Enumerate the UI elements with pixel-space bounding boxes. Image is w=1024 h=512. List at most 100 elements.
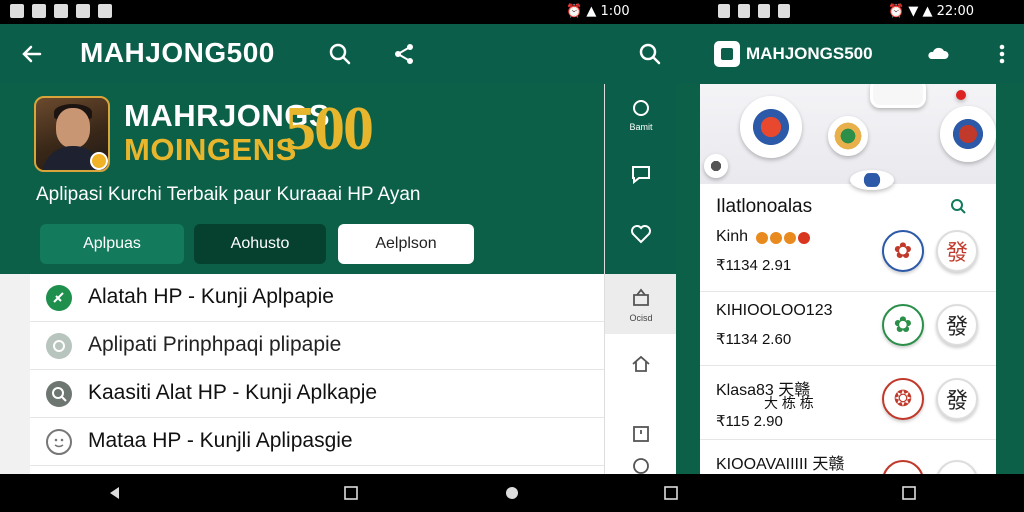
mahjong-chip-icon [870, 84, 926, 108]
product-row[interactable]: Klasa83 天赣 大 栋 栋 ₹115 2.90 ❂ 發 [700, 366, 996, 440]
list-item[interactable]: Mataa HP - Kunjli Aplipasgie [30, 418, 604, 466]
calendar-icon [633, 426, 649, 442]
gear-circle-icon [46, 333, 72, 359]
recents-square-icon[interactable] [900, 484, 918, 502]
product-card: Ilatlonoalas Kinh ₹1134 2.91 ✿ 發 KIHIOOL… [700, 84, 996, 474]
notification-icon [778, 4, 790, 18]
signal-icon: ▲ [922, 4, 933, 19]
side-rail: Bamit Ocisd [604, 84, 676, 474]
product-name-line2: 大 栋 栋 [764, 395, 814, 411]
list-item-label: Alatah HP - Kunji Aplpapie [88, 285, 334, 308]
box-icon [633, 288, 649, 306]
more-vert-icon[interactable] [988, 40, 1016, 68]
wifi-icon: ▼ [908, 4, 919, 19]
flower-tile-icon: ✿ [882, 304, 924, 346]
product-price: ₹115 2.90 [716, 413, 783, 430]
green-circle-icon [46, 285, 72, 311]
cloud-icon[interactable] [924, 40, 952, 68]
tab-aplpuas[interactable]: Aplpuas [40, 224, 184, 264]
tab-aohusto[interactable]: Aohusto [194, 224, 326, 264]
home-circle-icon [633, 99, 649, 116]
clock-right: 22:00 [936, 4, 975, 19]
chat-bubble-icon [632, 166, 650, 185]
product-price: ₹1134 2.91 [716, 257, 792, 274]
search-icon[interactable] [326, 40, 354, 68]
app-bar: MAHJONG500 [0, 24, 676, 84]
smiley-icon [46, 429, 72, 455]
notification-icon [10, 4, 24, 18]
notification-icon [54, 4, 68, 18]
section-heading: Ilatlonoalas [716, 196, 813, 217]
recents-square-icon[interactable] [342, 484, 360, 502]
product-name: KIOOAVAIIIII 天赣 [716, 456, 845, 473]
red-tile-icon [882, 460, 924, 474]
coin-icon [90, 152, 108, 170]
rail-item-chat[interactable] [605, 144, 676, 204]
menu-list: Alatah HP - Kunji Aplpapie Aplipati Prin… [30, 274, 604, 474]
nav-bar [0, 474, 1024, 512]
heart-icon [631, 225, 651, 244]
alarm-icon: ⏰ [566, 4, 583, 19]
right-content: Ilatlonoalas Kinh ₹1134 2.91 ✿ 發 KIHIOOL… [676, 84, 1024, 474]
product-row[interactable]: Kinh ₹1134 2.91 ✿ 發 [700, 218, 996, 292]
recents-square-icon[interactable] [662, 484, 680, 502]
product-row[interactable]: KIHIOOLOO123 ₹1134 2.60 ✿ 發 [700, 292, 996, 366]
mahjong-banner-image [700, 84, 996, 190]
notification-icon [718, 4, 730, 18]
back-triangle-icon[interactable] [106, 484, 124, 502]
right-app-bar: MAHJONGS500 [676, 24, 1024, 84]
product-price: ₹1134 2.60 [716, 331, 792, 348]
house-icon [632, 355, 650, 372]
rail-item-favorites[interactable] [605, 204, 676, 264]
notification-icon [98, 4, 112, 18]
product-name: Kinh [716, 228, 749, 245]
profile-icon [633, 458, 649, 474]
rail-item-house[interactable] [605, 334, 676, 394]
product-row[interactable]: KIOOAVAIIIII 天赣 [700, 440, 996, 474]
rail-label: Bamit [629, 121, 653, 132]
list-item[interactable]: Kaasiti Alat HP - Kunji Aplkapje [30, 370, 604, 418]
notification-icon [738, 4, 750, 18]
fa-tile-icon: 發 [936, 304, 978, 346]
list-item[interactable]: Aplipati Prinphpaqi plipapie [30, 322, 604, 370]
screen: ⏰ ▲ 1:00 ⏰ ▼ ▲ 22:00 MAHJONG500 MAHRJONG… [0, 0, 1024, 512]
home-circle-icon[interactable] [503, 484, 521, 502]
fa-tile-icon: 發 [936, 378, 978, 420]
clock-left: 1:00 [600, 4, 630, 19]
back-arrow-icon[interactable] [18, 40, 46, 68]
status-time-right: ⏰ ▼ ▲ 22:00 [888, 4, 974, 19]
right-app: MAHJONGS500 Ilatlonoalas Kinh ₹1134 2.91… [676, 24, 1024, 474]
rail-item-profile[interactable] [605, 454, 676, 474]
avatar [34, 96, 110, 172]
tab-aelplson[interactable]: Aelplson [338, 224, 474, 264]
logo-icon [714, 41, 740, 67]
signal-icon: ▲ [586, 4, 597, 19]
notification-icons-right [718, 4, 790, 18]
search-icon[interactable] [636, 40, 664, 68]
status-bar: ⏰ ▲ 1:00 ⏰ ▼ ▲ 22:00 [0, 0, 1024, 24]
notification-icon [758, 4, 770, 18]
mahjong-chip-icon [740, 96, 802, 158]
search-circle-icon [46, 381, 72, 407]
rail-item-box[interactable]: Ocisd [605, 274, 676, 334]
right-app-title: MAHJONGS500 [746, 44, 873, 63]
fa-tile-icon: 發 [936, 230, 978, 272]
mahjong-chip-icon [828, 116, 868, 156]
hero-banner: MAHRJONGS MOINGENS 500 Aplipasi Kurchi T… [0, 84, 676, 274]
app-title: MAHJONG500 [80, 37, 275, 68]
hero-title-number: 500 [285, 95, 374, 163]
status-time-left: ⏰ ▲ 1:00 [566, 4, 630, 19]
rating-dots [756, 232, 810, 244]
list-item-label: Kaasiti Alat HP - Kunji Aplkapje [88, 381, 378, 404]
notification-icons [10, 4, 112, 18]
rail-item-home[interactable]: Bamit [605, 84, 676, 144]
mahjong-chip-icon [940, 106, 996, 162]
share-icon[interactable] [390, 40, 418, 68]
alarm-icon: ⏰ [888, 4, 905, 19]
list-item[interactable]: Alatah HP - Kunji Aplpapie [30, 274, 604, 322]
hero-title-line2: MOINGENS [124, 132, 297, 167]
dragon-tile-icon: ❂ [882, 378, 924, 420]
notification-icon [76, 4, 90, 18]
rail-label: Ocisd [629, 312, 653, 323]
list-item-label: Aplipati Prinphpaqi plipapie [88, 333, 342, 356]
